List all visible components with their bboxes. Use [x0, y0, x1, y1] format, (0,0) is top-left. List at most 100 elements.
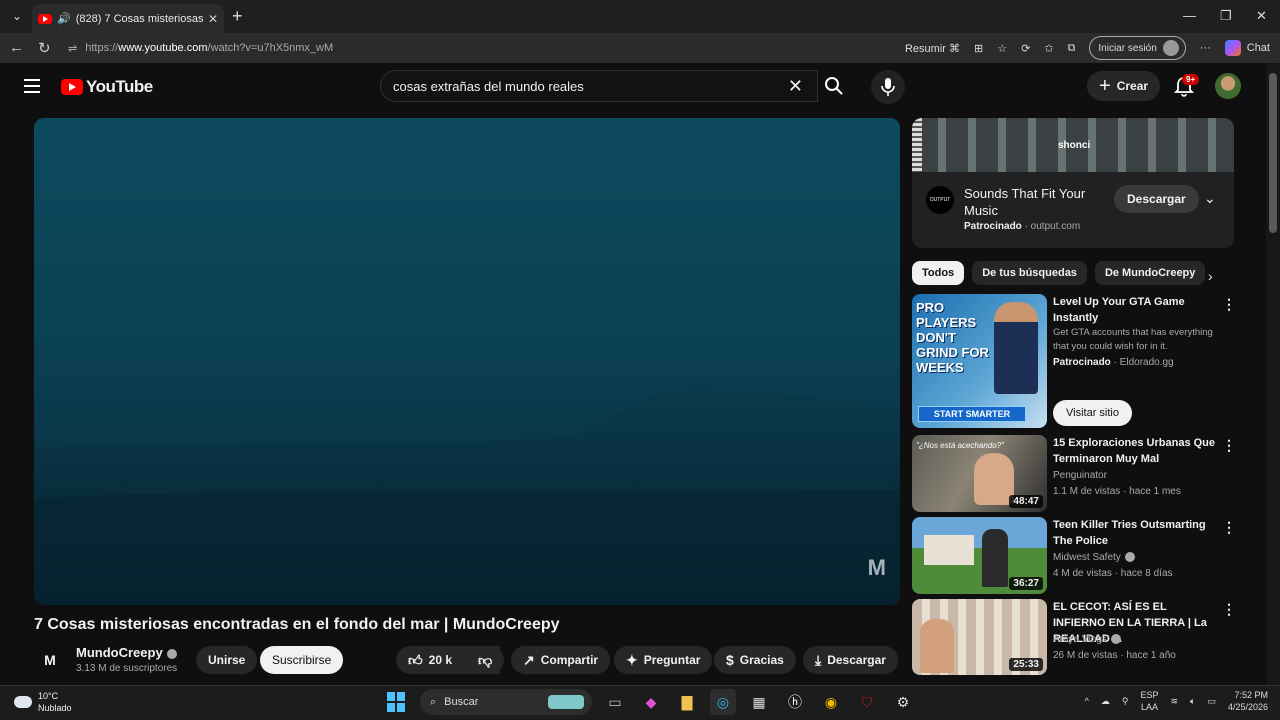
- recommended-video[interactable]: "¿Nos está acechando?" 48:47 15 Explorac…: [912, 435, 1236, 513]
- like-count: 20 k: [428, 653, 452, 667]
- taskbar-apps: ⌕ Buscar ▭ ◆ ▇ ◎ ▦ ⓗ ◉ ⛉ ⚙: [384, 689, 916, 715]
- chip-from-searches[interactable]: De tus búsquedas: [972, 261, 1087, 285]
- back-icon[interactable]: ←: [9, 39, 24, 56]
- chevron-right-icon[interactable]: ›: [1208, 268, 1213, 284]
- onedrive-icon[interactable]: ☁: [1101, 696, 1110, 707]
- video-player[interactable]: M: [34, 118, 900, 605]
- file-explorer-icon[interactable]: ▇: [674, 689, 700, 715]
- voice-search-button[interactable]: [871, 70, 905, 104]
- ask-button[interactable]: ✦ Preguntar: [614, 646, 713, 674]
- scrollbar-thumb[interactable]: [1269, 73, 1277, 233]
- sponsored-label: Patrocinado: [964, 221, 1022, 232]
- chip-from-channel[interactable]: De MundoCreepy: [1094, 261, 1206, 285]
- chevron-down-icon[interactable]: ⌄: [1204, 190, 1216, 207]
- rec-channel[interactable]: Midwest Safety: [1053, 552, 1135, 563]
- search-input[interactable]: cosas extrañas del mundo reales ✕: [380, 70, 818, 102]
- weather-widget[interactable]: 10°C Nublado: [14, 690, 72, 714]
- app-available-icon[interactable]: ⊞: [974, 42, 983, 55]
- menu-icon[interactable]: [24, 79, 40, 93]
- start-button[interactable]: [384, 689, 410, 715]
- thanks-button[interactable]: $ Gracias: [714, 646, 796, 674]
- edge-browser-icon[interactable]: ◎: [710, 689, 736, 715]
- chrome-icon[interactable]: ◉: [818, 689, 844, 715]
- more-options-icon[interactable]: ⋮: [1222, 601, 1236, 618]
- subscribe-button[interactable]: Suscribirse: [260, 646, 344, 674]
- wifi-icon[interactable]: ≋: [1170, 696, 1178, 707]
- sponsored-ad-card[interactable]: shonci OUTPUT Sounds That Fit Your Music…: [912, 118, 1234, 248]
- battery-icon[interactable]: ▭: [1207, 696, 1216, 707]
- more-menu-icon[interactable]: ···: [1200, 42, 1211, 54]
- piano-keys-graphic: [912, 118, 922, 172]
- favorite-star-icon[interactable]: ☆: [997, 42, 1007, 55]
- chip-all[interactable]: Todos: [912, 261, 965, 285]
- create-button[interactable]: + Crear: [1087, 71, 1161, 101]
- maximize-icon[interactable]: ❐: [1220, 8, 1232, 24]
- copilot-chat-button[interactable]: Chat: [1224, 40, 1270, 56]
- ad-title[interactable]: Sounds That Fit Your Music: [964, 185, 1114, 219]
- download-button[interactable]: ⤓ Descargar: [803, 646, 898, 674]
- minimize-icon[interactable]: —: [1183, 8, 1196, 23]
- input-language[interactable]: ESP LAA: [1140, 689, 1158, 713]
- rec-title[interactable]: Level Up Your GTA Game Instantly: [1053, 294, 1215, 326]
- ad-download-button[interactable]: Descargar: [1114, 185, 1199, 213]
- recommended-video[interactable]: 36:27 Teen Killer Tries Outsmarting The …: [912, 517, 1236, 595]
- rec-channel[interactable]: Araya Vlogs: [1053, 634, 1121, 645]
- channel-name[interactable]: MundoCreepy: [76, 645, 177, 660]
- share-button[interactable]: ↗ Compartir: [511, 646, 611, 674]
- new-tab-icon[interactable]: +: [232, 6, 243, 27]
- dislike-button[interactable]: 👎︎: [466, 646, 505, 674]
- clear-search-icon[interactable]: ✕: [788, 76, 803, 97]
- more-options-icon[interactable]: ⋮: [1222, 437, 1236, 454]
- volume-icon[interactable]: 🔈︎: [1190, 696, 1195, 707]
- recommended-video[interactable]: 25:33 EL CECOT: ASÍ ES EL INFIERNO EN LA…: [912, 599, 1236, 675]
- download-icon: ⤓: [815, 651, 822, 668]
- video-thumbnail[interactable]: 25:33: [912, 599, 1047, 675]
- rec-title[interactable]: 15 Exploraciones Urbanas Que Terminaron …: [1053, 435, 1215, 467]
- window-close-icon[interactable]: ✕: [1256, 8, 1267, 24]
- reload-icon[interactable]: ↻: [38, 39, 51, 57]
- rec-title[interactable]: Teen Killer Tries Outsmarting The Police: [1053, 517, 1215, 549]
- clock[interactable]: 7:52 PM 4/25/2026: [1228, 689, 1268, 713]
- signin-button[interactable]: Iniciar sesión: [1089, 36, 1186, 60]
- browser-tab-youtube[interactable]: 🔊 (828) 7 Cosas misteriosas enc ✕: [32, 4, 224, 33]
- speaker-icon[interactable]: 🔊: [57, 12, 71, 25]
- tab-list-dropdown-icon[interactable]: ⌄: [6, 6, 28, 26]
- tab-close-icon[interactable]: ✕: [208, 12, 218, 26]
- copilot-app-icon[interactable]: ◆: [638, 689, 664, 715]
- visit-site-button[interactable]: Visitar sitio: [1053, 400, 1132, 426]
- settings-icon[interactable]: ⚙: [890, 689, 916, 715]
- more-options-icon[interactable]: ⋮: [1222, 519, 1236, 536]
- extensions-icon[interactable]: ⟳: [1021, 42, 1030, 55]
- show-hidden-icons-icon[interactable]: ^: [1085, 696, 1089, 706]
- taskbar-search[interactable]: ⌕ Buscar: [420, 689, 592, 715]
- site-info-icon[interactable]: ⇌: [68, 42, 77, 55]
- windows-logo-icon: [387, 692, 407, 712]
- sponsored-recommendation[interactable]: PRO PLAYERS DON'T GRIND FOR WEEKS START …: [912, 294, 1236, 430]
- summarize-button[interactable]: Resumir ⌘: [905, 42, 960, 55]
- share-icon: ↗: [523, 651, 535, 668]
- person-image: [920, 619, 954, 673]
- hp-app-icon[interactable]: ⓗ: [782, 689, 808, 715]
- rec-channel[interactable]: Penguinator: [1053, 470, 1107, 481]
- more-options-icon[interactable]: ⋮: [1222, 296, 1236, 313]
- account-avatar[interactable]: [1215, 73, 1241, 99]
- task-view-icon[interactable]: ▭: [602, 689, 628, 715]
- collections-icon[interactable]: ⧉: [1068, 42, 1076, 55]
- ad-thumbnail[interactable]: PRO PLAYERS DON'T GRIND FOR WEEKS START …: [912, 294, 1047, 428]
- location-icon[interactable]: ⚲: [1122, 696, 1129, 707]
- mcafee-icon[interactable]: ⛉: [854, 689, 880, 715]
- youtube-logo[interactable]: YouTube: [61, 77, 153, 97]
- video-thumbnail[interactable]: "¿Nos está acechando?" 48:47: [912, 435, 1047, 512]
- channel-avatar[interactable]: M: [38, 648, 62, 672]
- page-scrollbar[interactable]: [1266, 63, 1280, 685]
- microsoft-store-icon[interactable]: ▦: [746, 689, 772, 715]
- super-thanks-icon: $: [726, 652, 734, 668]
- rec-views: 26 M de vistas · hace 1 año: [1053, 650, 1176, 661]
- join-button[interactable]: Unirse: [196, 646, 258, 674]
- video-thumbnail[interactable]: 36:27: [912, 517, 1047, 594]
- favorites-icon[interactable]: ✩: [1044, 42, 1053, 55]
- date: 4/25/2026: [1227, 702, 1268, 712]
- search-button[interactable]: [812, 70, 856, 102]
- advertiser-logo[interactable]: OUTPUT: [926, 186, 954, 214]
- url-field[interactable]: ⇌ https://www.youtube.com/watch?v=u7hX5n…: [62, 37, 892, 59]
